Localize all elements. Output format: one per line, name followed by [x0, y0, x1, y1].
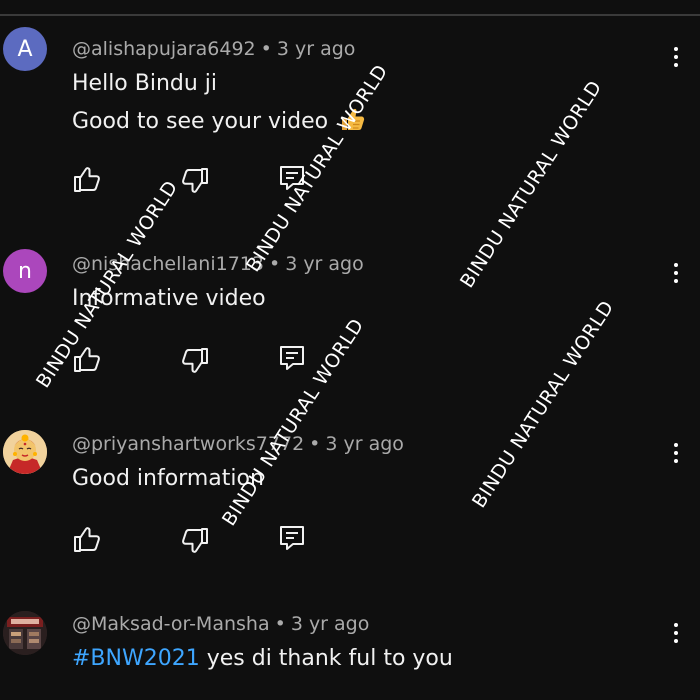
comment-text-line: #BNW2021 yes di thank ful to you	[72, 646, 453, 671]
watermark-text: BINDU NATURAL WORLD	[32, 176, 183, 392]
like-button[interactable]	[72, 525, 102, 555]
reply-button[interactable]	[277, 163, 307, 193]
avatar[interactable]	[3, 430, 47, 474]
comment-text-line-2: Good to see your video	[72, 106, 365, 134]
thumbs-up-outline-icon	[74, 527, 100, 552]
reply-comment-icon	[280, 166, 304, 190]
comment-text-line: Informative video	[72, 286, 266, 311]
meta-separator: •	[260, 38, 272, 60]
goddess-illustration-avatar-image	[3, 430, 47, 474]
avatar-letter: A	[17, 36, 33, 62]
comment-text: Good to see your video	[72, 109, 329, 134]
comment-meta: @nishachellani1713 • 3 yr ago	[72, 253, 364, 275]
thumbs-down-outline-icon	[182, 168, 208, 193]
watermark-text: BINDU NATURAL WORLD	[456, 76, 607, 292]
meta-separator: •	[274, 613, 286, 635]
vertical-ellipsis-icon	[674, 263, 678, 267]
top-divider	[0, 14, 700, 16]
more-options-button[interactable]	[666, 258, 686, 288]
comment-timestamp: 3 yr ago	[285, 253, 364, 275]
more-options-button[interactable]	[666, 42, 686, 72]
avatar-letter: n	[18, 258, 32, 284]
comment-meta: @alishapujara6492 • 3 yr ago	[72, 38, 355, 60]
comment-text: yes di thank ful to you	[199, 646, 453, 671]
comment-author-handle[interactable]: @nishachellani1713	[72, 253, 264, 275]
comment-meta: @priyanshartworks7772 • 3 yr ago	[72, 433, 404, 455]
reply-comment-icon	[280, 526, 304, 550]
like-button[interactable]	[72, 345, 102, 375]
avatar[interactable]: A	[3, 27, 47, 71]
reply-button[interactable]	[277, 343, 307, 373]
comment-author-handle[interactable]: @Maksad-or-Mansha	[72, 613, 270, 635]
dislike-button[interactable]	[180, 165, 210, 195]
thumbs-down-outline-icon	[182, 528, 208, 553]
comment-author-handle[interactable]: @alishapujara6492	[72, 38, 256, 60]
vertical-ellipsis-icon	[674, 623, 678, 627]
avatar[interactable]	[3, 611, 47, 655]
comment-timestamp: 3 yr ago	[276, 38, 356, 60]
comment-timestamp: 3 yr ago	[290, 613, 370, 635]
dislike-button[interactable]	[180, 525, 210, 555]
reply-button[interactable]	[277, 523, 307, 553]
hashtag-link[interactable]: #BNW2021	[72, 646, 200, 671]
watermark-text: BINDU NATURAL WORLD	[468, 296, 619, 512]
reply-comment-icon	[280, 346, 304, 370]
comment-text-line: Hello Bindu ji	[72, 71, 218, 96]
vertical-ellipsis-icon	[674, 443, 678, 447]
thumbs-down-outline-icon	[182, 348, 208, 373]
thumbs-up-outline-icon	[74, 167, 100, 192]
shop-photo-avatar-image	[3, 611, 47, 655]
more-options-button[interactable]	[666, 438, 686, 468]
vertical-ellipsis-icon	[674, 47, 678, 51]
comment-meta: @Maksad-or-Mansha • 3 yr ago	[72, 613, 369, 635]
thumbs-up-emoji	[342, 108, 365, 130]
comment-text-line: Good information	[72, 466, 264, 491]
more-options-button[interactable]	[666, 618, 686, 648]
dislike-button[interactable]	[180, 345, 210, 375]
comment-timestamp: 3 yr ago	[325, 433, 404, 455]
like-button[interactable]	[72, 165, 102, 195]
comments-screen: A @alishapujara6492 • 3 yr ago Hello Bindu…	[0, 0, 700, 700]
comment-author-handle[interactable]: @priyanshartworks7772	[72, 433, 304, 455]
avatar[interactable]: n	[3, 249, 47, 293]
meta-separator: •	[268, 253, 281, 275]
thumbs-up-outline-icon	[74, 347, 100, 372]
meta-separator: •	[309, 433, 321, 455]
watermark-text: BINDU NATURAL WORLD	[242, 60, 393, 276]
